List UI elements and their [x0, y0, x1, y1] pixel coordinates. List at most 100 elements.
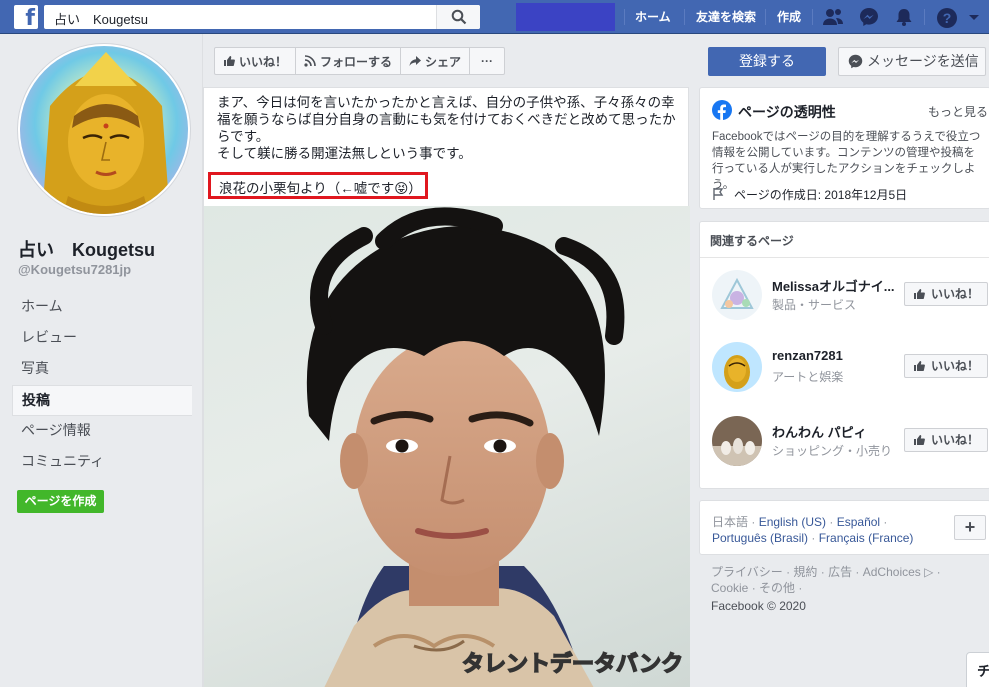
- nav-separator: [924, 9, 925, 25]
- left-nav-photos[interactable]: 写真: [12, 354, 192, 385]
- left-nav-reviews[interactable]: レビュー: [12, 323, 192, 354]
- footer-links[interactable]: プライバシー · 規約 · 広告 · AdChoices ▷ · Cookie …: [711, 564, 981, 596]
- transparency-see-more-link[interactable]: もっと見る: [928, 103, 988, 120]
- thumbs-up-icon: [914, 435, 925, 445]
- like-page-label: いいね！: [239, 54, 288, 69]
- photo-watermark: タレントデータバンク: [461, 651, 684, 678]
- profile-link-redacted[interactable]: [516, 3, 615, 31]
- puppy-avatar-image: [712, 416, 762, 466]
- search-box[interactable]: 占い Kougetsu: [44, 5, 480, 29]
- nav-separator: [624, 9, 625, 25]
- language-link[interactable]: Français (France): [819, 531, 914, 545]
- related-page-like-button[interactable]: いいね！: [904, 354, 988, 378]
- friend-requests-icon[interactable]: [822, 7, 844, 27]
- related-page-category: アートと娯楽: [772, 370, 844, 384]
- highlighted-annotation-box: 浪花の小栗旬より（←嘘です😝）: [208, 172, 428, 199]
- left-nav-community[interactable]: コミュニティ: [12, 447, 192, 478]
- page-transparency-card: ページの透明性 もっと見る Facebookではページの目的を理解するうえで役立…: [699, 87, 989, 209]
- create-page-button[interactable]: ページを作成: [17, 490, 104, 513]
- facebook-circle-icon: [712, 100, 732, 120]
- send-message-label: メッセージを送信: [867, 53, 979, 69]
- language-link[interactable]: English (US): [759, 515, 826, 529]
- post-text-line: そして躾に勝る開運法無しという事です。: [217, 146, 472, 161]
- messenger-icon: [848, 54, 863, 69]
- like-page-button[interactable]: いいね！: [214, 47, 297, 75]
- left-nav-home[interactable]: ホーム: [12, 292, 192, 323]
- rss-follow-icon: [304, 55, 316, 67]
- follow-label: フォローする: [320, 54, 393, 69]
- left-nav-page-info[interactable]: ページ情報: [12, 416, 192, 447]
- transparency-title: ページの透明性: [738, 104, 836, 120]
- related-page-like-button[interactable]: いいね！: [904, 428, 988, 452]
- related-page-avatar[interactable]: [712, 416, 762, 466]
- nav-create-link[interactable]: 作成: [777, 8, 801, 25]
- post-text-line: 福を願うならば自分自身の言動にも気を付けておくべきだと改めて思ったか: [217, 112, 676, 127]
- share-button[interactable]: シェア: [400, 47, 471, 75]
- transparency-description: Facebookではページの目的を理解するうえで役立つ情報を公開しています。コン…: [712, 131, 981, 191]
- help-icon[interactable]: ?: [936, 7, 958, 29]
- facebook-logo[interactable]: f: [14, 5, 38, 29]
- page-profile-picture[interactable]: [18, 44, 190, 216]
- search-icon: [451, 9, 467, 25]
- notifications-bell-icon[interactable]: [894, 7, 914, 27]
- post-text: まア、今日は何を言いたかったかと言えば、自分の子供や孫、子々孫々の幸 福を願うな…: [217, 94, 685, 162]
- send-message-button[interactable]: メッセージを送信: [838, 47, 986, 76]
- related-page-name[interactable]: わんわん パピィ: [772, 422, 902, 441]
- svg-text:?: ?: [943, 10, 952, 26]
- post-photo[interactable]: タレントデータバンク: [204, 206, 690, 687]
- post-text-line: まア、今日は何を言いたかったかと言えば、自分の子供や孫、子々孫々の幸: [217, 95, 675, 110]
- follow-button[interactable]: フォローする: [295, 47, 402, 75]
- more-languages-button[interactable]: +: [954, 515, 986, 540]
- related-page-item[interactable]: Melissaオルゴナイ... 製品・サービス いいね！: [712, 270, 988, 326]
- footer: プライバシー · 規約 · 広告 · AdChoices ▷ · Cookie …: [711, 564, 981, 614]
- subscribe-button[interactable]: 登録する: [708, 47, 826, 76]
- related-page-category: ショッピング・小売り: [772, 444, 893, 458]
- search-button[interactable]: [436, 5, 480, 29]
- related-page-name[interactable]: Melissaオルゴナイ...: [772, 276, 902, 295]
- thumbs-up-icon: [914, 289, 925, 299]
- search-input[interactable]: 占い Kougetsu: [54, 9, 148, 28]
- nav-home-link[interactable]: ホーム: [635, 8, 671, 25]
- post-card: まア、今日は何を言いたかったかと言えば、自分の子供や孫、子々孫々の幸 福を願うな…: [203, 87, 690, 687]
- related-pages-title: 関連するページ: [710, 234, 794, 248]
- highlighted-post-line: 浪花の小栗旬より（←嘘です😝）: [219, 181, 422, 196]
- related-page-name[interactable]: renzan7281: [772, 348, 902, 363]
- language-selector-card: 日本語 · English (US) · Español · Português…: [699, 500, 989, 555]
- chat-tab[interactable]: チ: [966, 652, 989, 687]
- divider: [700, 257, 989, 258]
- more-options-icon: ···: [481, 54, 494, 68]
- related-page-like-label: いいね！: [931, 359, 980, 373]
- language-link[interactable]: Português (Brasil): [712, 531, 808, 545]
- related-pages-card: 関連するページ Melissaオルゴナイ... 製品・サービス いいね！ ren…: [699, 221, 989, 489]
- related-page-avatar[interactable]: [712, 270, 762, 320]
- melissa-avatar-image: [712, 270, 762, 320]
- related-page-category: 製品・サービス: [772, 298, 857, 312]
- current-language: 日本語: [712, 515, 749, 529]
- page-created-date: ページの作成日: 2018年12月5日: [734, 188, 908, 202]
- kannon-avatar-image: [20, 46, 188, 214]
- page-name[interactable]: 占い Kougetsu: [18, 236, 155, 262]
- messenger-icon[interactable]: [859, 7, 879, 27]
- related-page-like-label: いいね！: [931, 433, 980, 447]
- copyright: Facebook © 2020: [711, 599, 806, 613]
- related-page-item[interactable]: わんわん パピィ ショッピング・小売り いいね！: [712, 416, 988, 472]
- language-link[interactable]: Español: [837, 515, 880, 529]
- post-text-line: らです。: [217, 129, 270, 144]
- renzan-avatar-image: [712, 342, 762, 392]
- related-page-like-label: いいね！: [931, 287, 980, 301]
- related-page-like-button[interactable]: いいね！: [904, 282, 988, 306]
- more-options-button[interactable]: ···: [469, 47, 506, 75]
- page-action-bar: いいね！ フォローする シェア ···: [214, 47, 506, 75]
- nav-separator: [684, 9, 685, 25]
- related-page-avatar[interactable]: [712, 342, 762, 392]
- nav-find-friends-link[interactable]: 友達を検索: [696, 8, 756, 25]
- account-menu-chevron-icon[interactable]: [968, 14, 980, 22]
- page-username[interactable]: @Kougetsu7281jp: [18, 262, 131, 277]
- share-arrow-icon: [409, 56, 422, 66]
- related-page-item[interactable]: renzan7281 アートと娯楽 いいね！: [712, 342, 988, 398]
- top-navigation-bar: f 占い Kougetsu ホーム 友達を検索 作成 ?: [0, 0, 989, 34]
- thumbs-up-icon: [914, 361, 925, 371]
- flag-icon: [713, 188, 724, 200]
- page-left-navigation: ホーム レビュー 写真 投稿 ページ情報 コミュニティ: [12, 292, 192, 478]
- left-nav-posts[interactable]: 投稿: [12, 385, 192, 416]
